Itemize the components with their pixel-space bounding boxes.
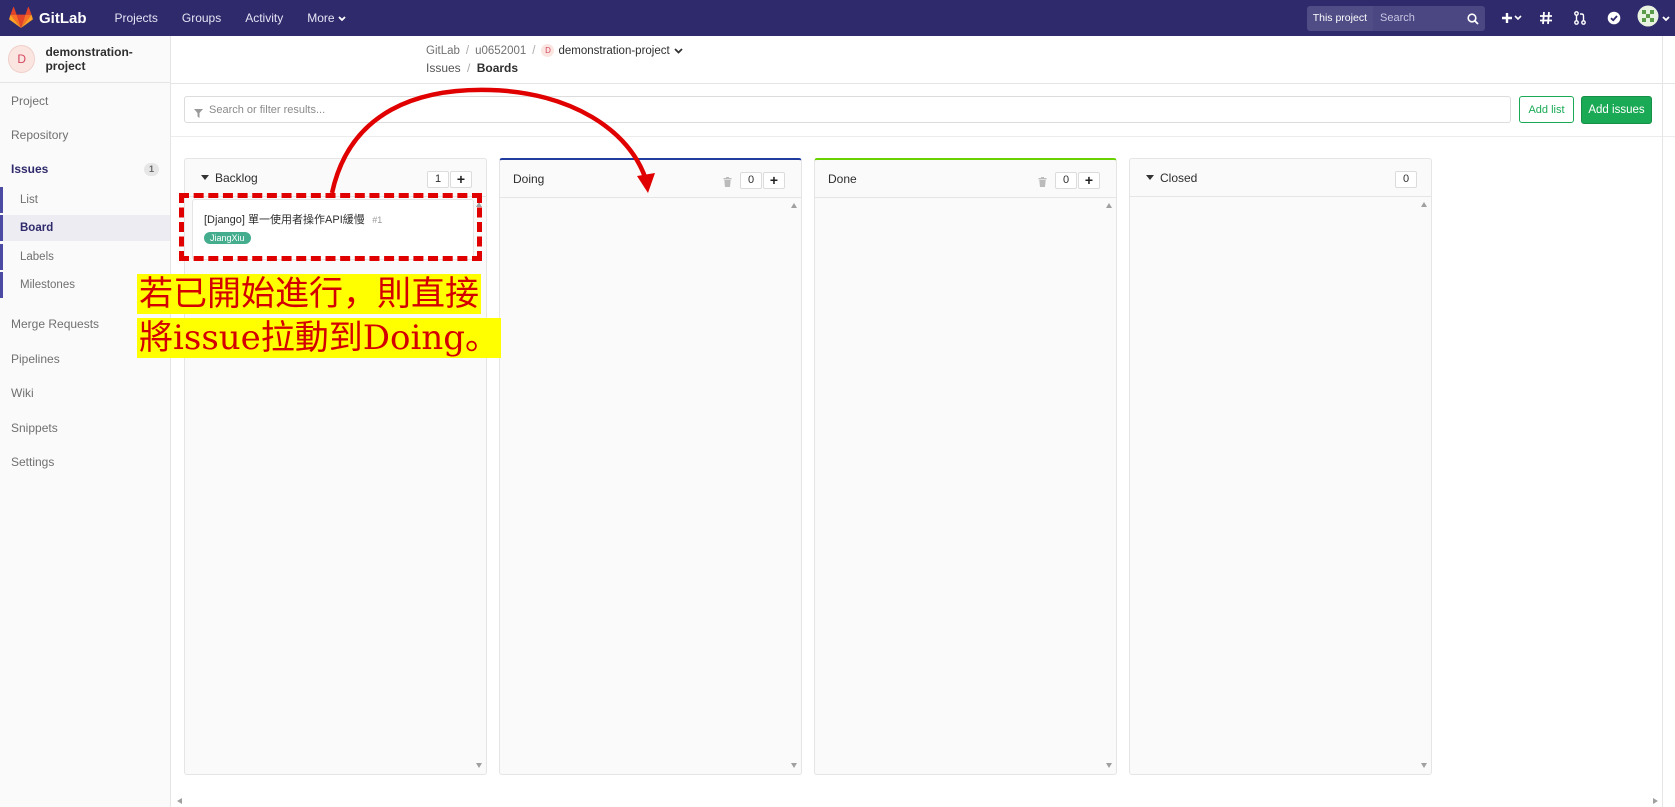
annotation-text-line-1: 若已開始進行，則直接 (137, 274, 481, 314)
annotation-arrow-icon (329, 87, 655, 194)
annotation-text-line-2: 將issue拉動到Doing。 (137, 318, 502, 358)
